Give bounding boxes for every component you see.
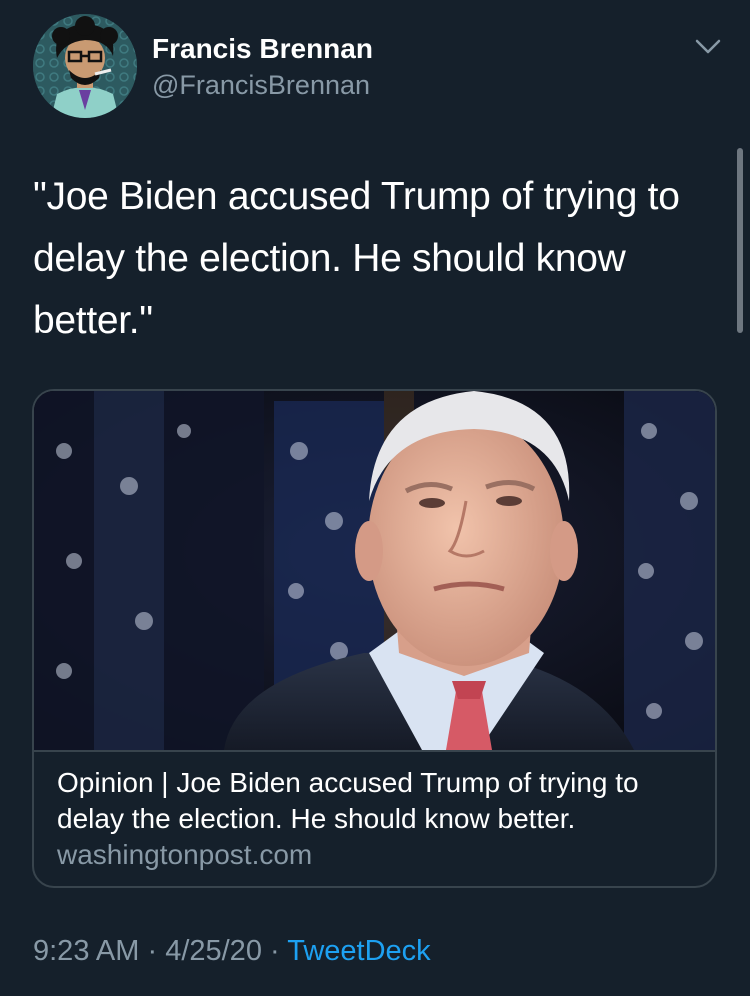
meta-separator: · — [139, 935, 166, 967]
author-name[interactable]: Francis Brennan — [152, 33, 373, 65]
tweet-time: 9:23 AM — [33, 935, 140, 967]
tweet-date[interactable]: 4/25/20 — [165, 935, 262, 967]
meta-separator-2: · — [261, 935, 288, 967]
tweet-meta: 9:23 AM · 4/25/20 · TweetDeck — [33, 935, 431, 968]
avatar[interactable] — [33, 14, 137, 118]
author-handle[interactable]: @FrancisBrennan — [152, 70, 370, 101]
chevron-down-icon[interactable] — [692, 30, 724, 62]
tweet-text: "Joe Biden accused Trump of trying to de… — [33, 175, 680, 342]
cartoon-avatar-icon — [33, 14, 137, 118]
card-divider — [34, 750, 715, 752]
tweet: Francis Brennan @FrancisBrennan "Joe Bid… — [0, 0, 750, 996]
scrollbar[interactable] — [737, 148, 743, 333]
link-card[interactable]: Opinion | Joe Biden accused Trump of try… — [32, 389, 717, 888]
card-domain: washingtonpost.com — [57, 839, 313, 870]
tweet-source-link[interactable]: TweetDeck — [287, 935, 430, 967]
card-title[interactable]: Opinion | Joe Biden accused Trump of try… — [57, 765, 697, 837]
news-photo-image — [34, 391, 715, 750]
